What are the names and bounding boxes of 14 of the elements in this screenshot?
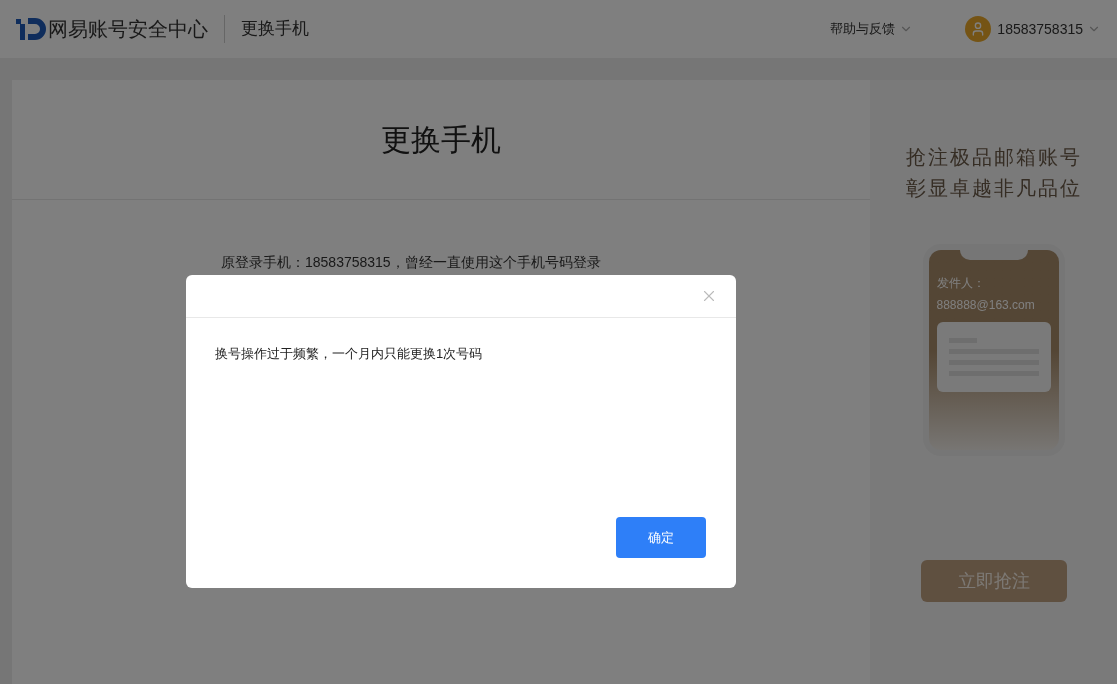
ad-headline: 彰显卓越非凡品位	[905, 176, 1082, 201]
phone-notch	[959, 250, 1028, 260]
logo-icon	[16, 16, 46, 42]
page-title: 更换手机	[241, 18, 309, 41]
site-title: 网易账号安全中心	[48, 17, 208, 42]
sender-label: 发件人：	[936, 275, 986, 292]
card-title: 更换手机	[381, 122, 501, 158]
sender-email: 888888@163.com	[936, 297, 1036, 314]
original-phone-text: 原登录手机：18583758315，曾经一直使用这个手机号码登录	[221, 253, 602, 272]
dialog-message: 换号操作过于频繁，一个月内只能更换1次号码	[215, 345, 484, 363]
user-menu[interactable]: 18583758315	[997, 18, 1101, 40]
help-menu[interactable]: 帮助与反馈	[830, 19, 914, 39]
confirm-button[interactable]: 确定	[616, 517, 706, 558]
ad-headline: 抢注极品邮箱账号	[905, 145, 1082, 170]
